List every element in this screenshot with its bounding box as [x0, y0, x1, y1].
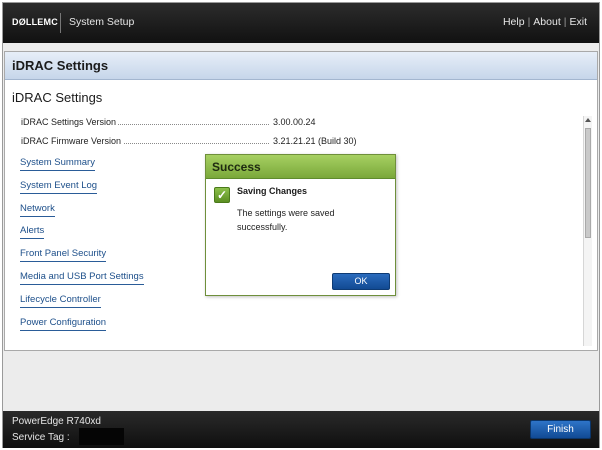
exit-link[interactable]: Exit — [569, 16, 587, 28]
link-separator: | — [563, 16, 567, 28]
ok-button[interactable]: OK — [332, 273, 390, 290]
header-divider — [60, 13, 61, 33]
link-network[interactable]: Network — [20, 203, 55, 217]
firmware-version-label: iDRAC Firmware Version — [21, 136, 124, 146]
panel-header: iDRAC Settings — [5, 52, 597, 80]
section-title: iDRAC Settings — [12, 90, 103, 105]
scroll-thumb[interactable] — [585, 128, 591, 238]
vertical-scrollbar[interactable] — [583, 116, 592, 346]
dialog-heading: Saving Changes — [237, 186, 308, 196]
firmware-version-row: iDRAC Firmware Version 3.21.21.21 (Build… — [21, 136, 361, 150]
link-front-panel-security[interactable]: Front Panel Security — [20, 248, 107, 262]
scroll-up-icon[interactable] — [585, 118, 591, 122]
link-alerts[interactable]: Alerts — [20, 225, 45, 239]
help-link[interactable]: Help — [503, 16, 525, 28]
about-link[interactable]: About — [533, 16, 560, 28]
model-name: PowerEdge R740xd — [12, 416, 101, 427]
success-dialog: Success ✓ Saving Changes The settings we… — [205, 154, 396, 296]
check-icon: ✓ — [214, 187, 230, 203]
page-title: iDRAC Settings — [12, 58, 109, 73]
settings-version-label: iDRAC Settings Version — [21, 117, 119, 127]
bottom-bar: PowerEdge R740xd Service Tag : Finish — [3, 411, 599, 448]
link-system-event-log[interactable]: System Event Log — [20, 180, 98, 194]
service-tag-label: Service Tag : — [12, 432, 70, 443]
link-lifecycle-controller[interactable]: Lifecycle Controller — [20, 294, 101, 308]
top-header: DØLLEMC System Setup Help | About | Exit — [3, 3, 599, 43]
link-media-usb-port-settings[interactable]: Media and USB Port Settings — [20, 271, 144, 285]
link-power-configuration[interactable]: Power Configuration — [20, 317, 107, 331]
firmware-version-value: 3.21.21.21 (Build 30) — [273, 136, 357, 146]
header-links: Help | About | Exit — [503, 16, 587, 28]
service-tag-value — [79, 428, 124, 445]
dialog-header: Success — [206, 155, 395, 179]
settings-version-value: 3.00.00.24 — [273, 117, 316, 127]
dell-emc-logo: DØLLEMC — [12, 17, 58, 27]
settings-version-row: iDRAC Settings Version 3.00.00.24 — [21, 117, 361, 131]
finish-button[interactable]: Finish — [530, 420, 591, 439]
dialog-title: Success — [212, 160, 261, 174]
dialog-message: The settings were saved successfully. — [237, 208, 335, 232]
app-title: System Setup — [69, 16, 135, 28]
link-separator: | — [527, 16, 531, 28]
link-system-summary[interactable]: System Summary — [20, 157, 95, 171]
